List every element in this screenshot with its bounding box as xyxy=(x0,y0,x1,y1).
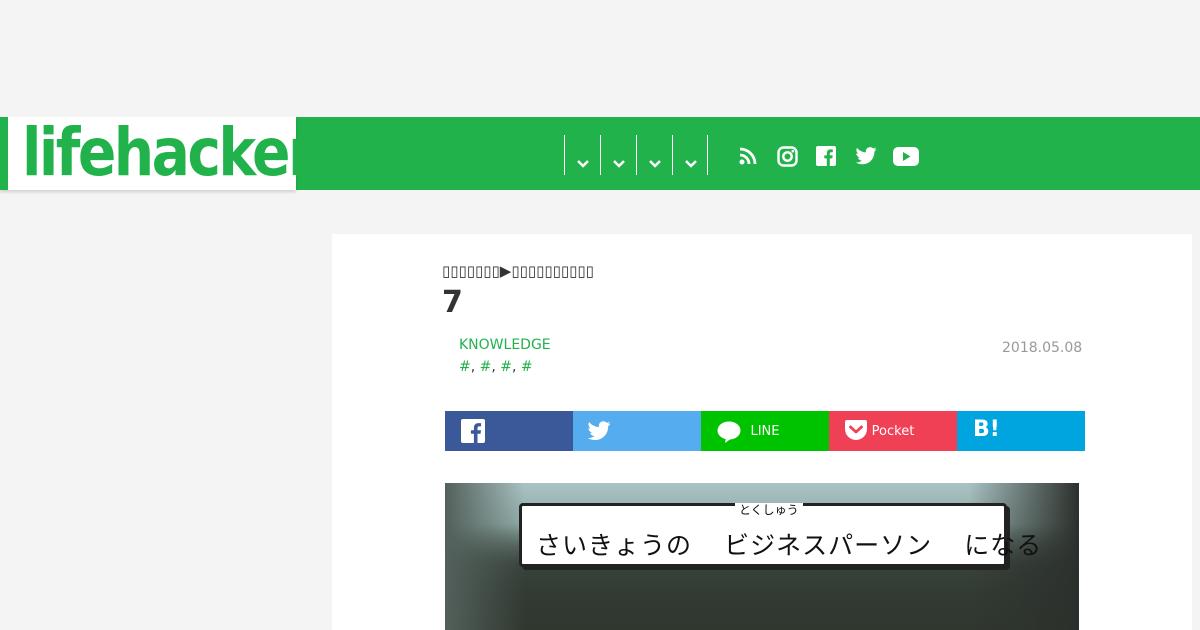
tag-link[interactable]: # xyxy=(459,359,471,375)
category-link[interactable]: KNOWLEDGE xyxy=(459,337,551,353)
facebook-icon xyxy=(816,146,836,166)
share-twitter-button[interactable] xyxy=(573,411,701,451)
share-line-button[interactable]: LINE xyxy=(701,411,829,451)
tag-link[interactable]: # xyxy=(480,359,492,375)
article-title: 7 xyxy=(442,285,463,320)
tag-link[interactable]: # xyxy=(500,359,512,375)
hero-shade-left xyxy=(445,483,525,630)
logo-accent xyxy=(0,117,8,190)
tag-link[interactable]: # xyxy=(521,359,533,375)
chevron-down-icon xyxy=(613,160,625,168)
twitter-link[interactable] xyxy=(854,144,878,168)
share-pocket-label: Pocket xyxy=(871,423,915,439)
chevron-down-icon xyxy=(685,160,697,168)
rss-icon xyxy=(739,147,757,165)
hero-caption-text: さいきょうの ビジネスパーソン になる xyxy=(536,531,1043,560)
share-bar: LINE Pocket B! xyxy=(445,411,1085,451)
youtube-link[interactable] xyxy=(893,144,919,168)
publish-date: 2018.05.08 xyxy=(1002,340,1083,356)
breadcrumb[interactable]: ▯▯▯▯▯▯▯▶▯▯▯▯▯▯▯▯▯▯ xyxy=(442,262,594,280)
instagram-link[interactable] xyxy=(776,144,798,168)
line-icon xyxy=(717,421,741,443)
logo[interactable]: lifehacker xyxy=(0,117,316,190)
hatena-icon: B! xyxy=(973,417,1000,442)
share-pocket-button[interactable]: Pocket xyxy=(829,411,957,451)
chevron-down-icon xyxy=(649,160,661,168)
pocket-icon xyxy=(845,420,867,440)
rss-link[interactable] xyxy=(737,144,759,168)
youtube-icon xyxy=(893,146,919,166)
share-facebook-button[interactable] xyxy=(445,411,573,451)
nav-menu-1[interactable] xyxy=(564,135,600,175)
tag-list: #, #, #, # xyxy=(459,359,533,375)
facebook-icon xyxy=(461,419,485,443)
logo-text: lifehacker xyxy=(22,114,316,191)
hero-caption-box: とくしゅう さいきょうの ビジネスパーソン になる xyxy=(519,503,1041,567)
instagram-icon xyxy=(776,145,798,167)
twitter-icon xyxy=(855,147,877,165)
chevron-down-icon xyxy=(577,160,589,168)
nav-menus xyxy=(564,135,708,175)
facebook-link[interactable] xyxy=(815,144,837,168)
nav-menu-4[interactable] xyxy=(672,135,708,175)
nav-menu-2[interactable] xyxy=(600,135,636,175)
hero-image: とくしゅう さいきょうの ビジネスパーソン になる xyxy=(445,483,1079,630)
twitter-icon xyxy=(587,421,611,441)
share-hatena-button[interactable]: B! xyxy=(957,411,1085,451)
share-line-label: LINE xyxy=(750,423,780,439)
hero-ruby: とくしゅう xyxy=(735,503,803,517)
nav-menu-3[interactable] xyxy=(636,135,672,175)
